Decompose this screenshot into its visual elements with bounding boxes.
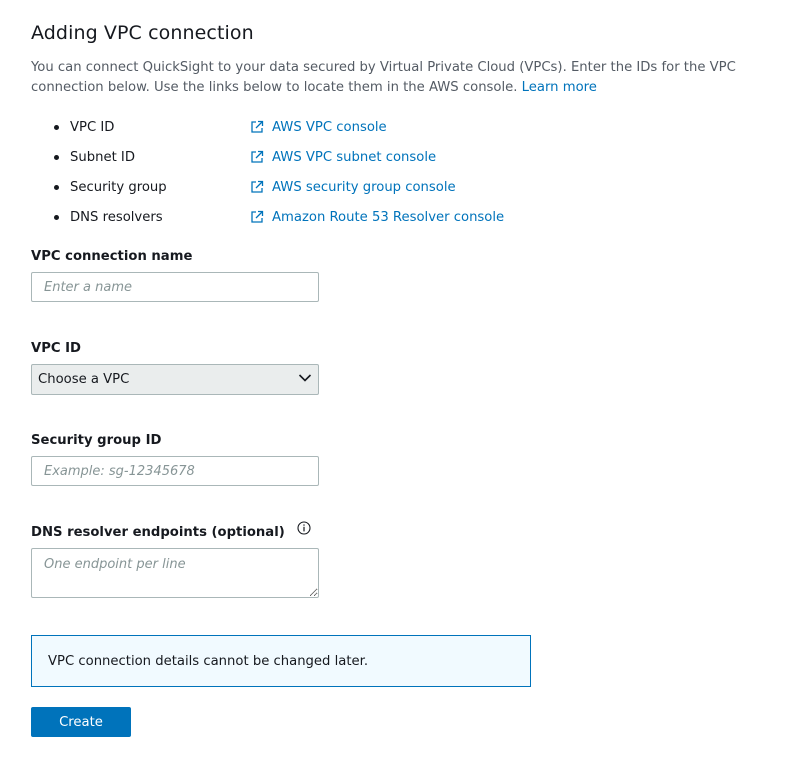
aws-vpc-subnet-console-link[interactable]: AWS VPC subnet console	[272, 150, 436, 165]
dns-resolver-label: DNS resolver endpoints (optional)	[31, 521, 311, 540]
route53-resolver-console-link[interactable]: Amazon Route 53 Resolver console	[272, 210, 504, 225]
vpc-id-label: VPC ID	[31, 341, 81, 356]
vpc-id-selected-value: Choose a VPC	[38, 372, 130, 387]
bullet-icon	[54, 124, 59, 130]
list-item-label: DNS resolvers	[70, 209, 163, 225]
list-item: Subnet ID AWS VPC subnet console	[31, 142, 504, 172]
chevron-down-icon	[298, 372, 312, 387]
info-icon[interactable]	[297, 521, 311, 539]
console-links-list: VPC ID AWS VPC console Subnet ID AWS VPC…	[31, 112, 504, 232]
page-title: Adding VPC connection	[31, 22, 254, 44]
aws-vpc-console-link[interactable]: AWS VPC console	[272, 120, 387, 135]
list-item: DNS resolvers Amazon Route 53 Resolver c…	[31, 202, 504, 232]
list-item: Security group AWS security group consol…	[31, 172, 504, 202]
alert-text: VPC connection details cannot be changed…	[48, 653, 369, 669]
external-link-icon[interactable]	[250, 150, 264, 164]
bullet-icon	[54, 214, 59, 220]
learn-more-link[interactable]: Learn more	[522, 80, 597, 95]
bullet-icon	[54, 184, 59, 190]
create-button[interactable]: Create	[31, 707, 131, 737]
bullet-icon	[54, 154, 59, 160]
info-alert: VPC connection details cannot be changed…	[31, 635, 531, 687]
security-group-id-input[interactable]	[31, 456, 319, 486]
list-item-label: VPC ID	[70, 119, 115, 135]
vpc-connection-name-input[interactable]	[31, 272, 319, 302]
external-link-icon[interactable]	[250, 210, 264, 224]
aws-security-group-console-link[interactable]: AWS security group console	[272, 180, 456, 195]
page-description: You can connect QuickSight to your data …	[31, 58, 791, 98]
list-item-label: Subnet ID	[70, 149, 135, 165]
list-item-label: Security group	[70, 179, 167, 195]
external-link-icon[interactable]	[250, 180, 264, 194]
vpc-id-select[interactable]: Choose a VPC	[31, 364, 319, 395]
list-item: VPC ID AWS VPC console	[31, 112, 504, 142]
vpc-connection-name-label: VPC connection name	[31, 249, 193, 264]
external-link-icon[interactable]	[250, 120, 264, 134]
security-group-id-label: Security group ID	[31, 433, 162, 448]
dns-resolver-label-text: DNS resolver endpoints (optional)	[31, 525, 285, 540]
dns-resolver-endpoints-textarea[interactable]	[31, 548, 319, 598]
description-text: You can connect QuickSight to your data …	[31, 60, 736, 95]
